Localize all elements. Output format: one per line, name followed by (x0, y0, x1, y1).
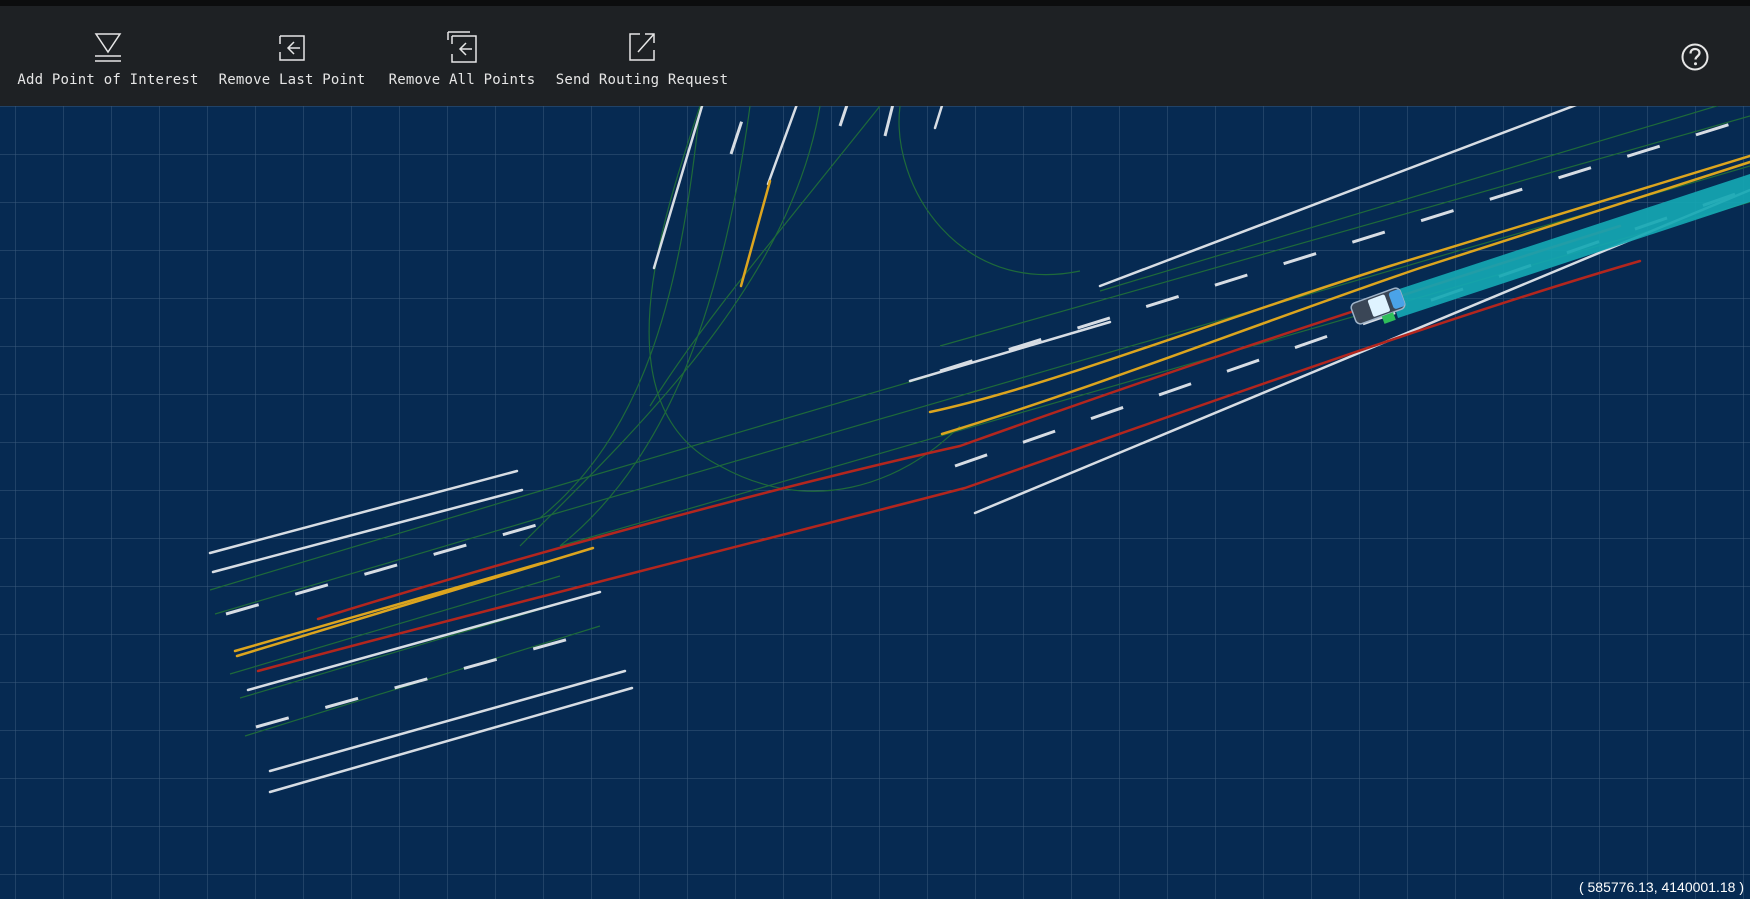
remove-all-points-label: Remove All Points (388, 72, 536, 88)
map-canvas[interactable] (0, 106, 1750, 899)
coordinate-readout: ( 585776.13, 4140001.18 ) (1578, 879, 1744, 895)
question-icon[interactable] (1680, 42, 1710, 72)
remove-last-icon (279, 35, 305, 61)
remove-all-icon (447, 31, 477, 63)
toolbar: Add Point of Interest Remove Last Point … (0, 0, 1750, 106)
map-view[interactable]: ( 585776.13, 4140001.18 ) (0, 106, 1750, 899)
send-routing-request-label: Send Routing Request (555, 72, 729, 88)
remove-all-points-button[interactable]: Remove All Points (389, 6, 535, 106)
send-routing-request-button[interactable]: Send Routing Request (556, 6, 728, 106)
remove-last-point-button[interactable]: Remove Last Point (219, 6, 365, 106)
map-grid (0, 106, 1750, 899)
remove-last-point-label: Remove Last Point (218, 72, 366, 88)
send-icon (629, 33, 655, 61)
add-point-of-interest-button[interactable]: Add Point of Interest (17, 6, 198, 106)
add-point-of-interest-label: Add Point of Interest (17, 72, 199, 88)
add-point-icon (94, 33, 122, 62)
